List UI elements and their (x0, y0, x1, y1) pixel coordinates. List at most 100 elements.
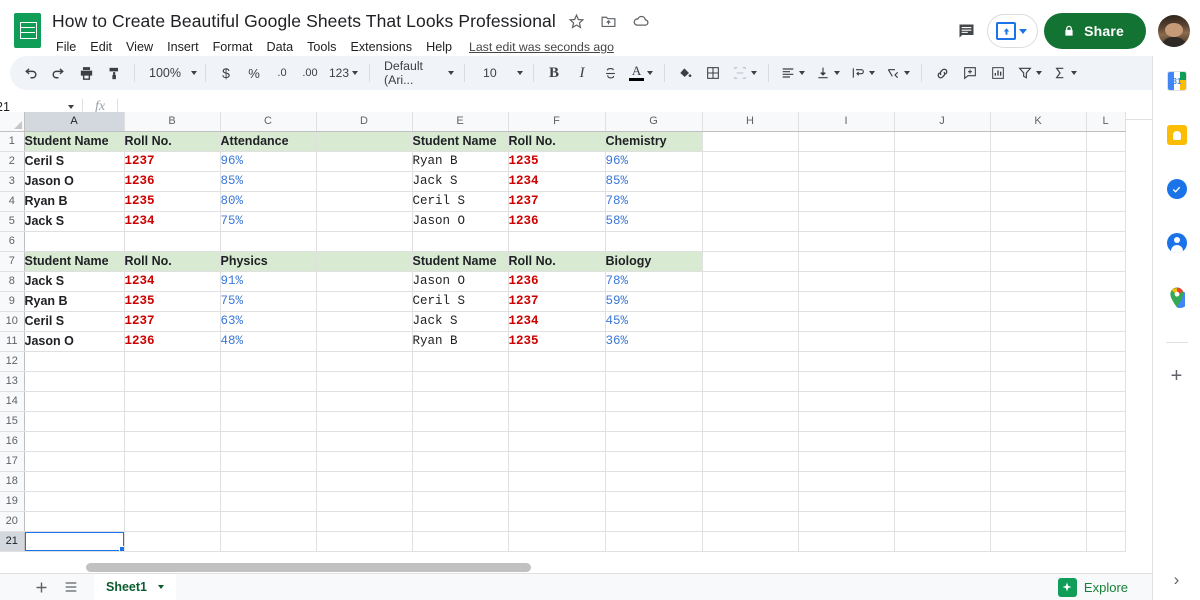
cell-B7[interactable]: Roll No. (124, 251, 221, 272)
cell-E4[interactable]: Ceril S (412, 191, 509, 212)
cell-D21[interactable] (316, 531, 413, 552)
cell-A18[interactable] (24, 471, 125, 492)
cell-H3[interactable] (702, 171, 799, 192)
cell-A13[interactable] (24, 371, 125, 392)
cell-J11[interactable] (894, 331, 991, 352)
cell-C4[interactable]: 80% (220, 191, 317, 212)
cell-F4[interactable]: 1237 (508, 191, 606, 212)
cell-I15[interactable] (798, 411, 895, 432)
cell-E8[interactable]: Jason O (412, 271, 509, 292)
cell-H14[interactable] (702, 391, 799, 412)
cell-J9[interactable] (894, 291, 991, 312)
row-header-1[interactable]: 1 (0, 131, 25, 152)
cell-D14[interactable] (316, 391, 413, 412)
cell-B1[interactable]: Roll No. (124, 131, 221, 152)
cell-C21[interactable] (220, 531, 317, 552)
column-header-a[interactable]: A (24, 112, 125, 132)
cell-G8[interactable]: 78% (605, 271, 703, 292)
column-header-g[interactable]: G (605, 112, 703, 132)
cell-G15[interactable] (605, 411, 703, 432)
share-button[interactable]: Share (1044, 13, 1146, 49)
cell-J14[interactable] (894, 391, 991, 412)
cell-B21[interactable] (124, 531, 221, 552)
cell-B12[interactable] (124, 351, 221, 372)
cell-F21[interactable] (508, 531, 606, 552)
column-header-h[interactable]: H (702, 112, 799, 132)
cell-I8[interactable] (798, 271, 895, 292)
menu-data[interactable]: Data (259, 38, 300, 56)
cell-C9[interactable]: 75% (220, 291, 317, 312)
cell-B4[interactable]: 1235 (124, 191, 221, 212)
row-header-7[interactable]: 7 (0, 251, 25, 272)
column-header-i[interactable]: I (798, 112, 895, 132)
percent-format-button[interactable]: % (240, 59, 268, 87)
cell-K11[interactable] (990, 331, 1087, 352)
cell-G20[interactable] (605, 511, 703, 532)
cell-B11[interactable]: 1236 (124, 331, 221, 352)
cell-J4[interactable] (894, 191, 991, 212)
cell-H21[interactable] (702, 531, 799, 552)
column-header-c[interactable]: C (220, 112, 317, 132)
cell-E9[interactable]: Ceril S (412, 291, 509, 312)
cell-E5[interactable]: Jason O (412, 211, 509, 232)
text-wrap-icon[interactable] (845, 59, 880, 87)
row-header-14[interactable]: 14 (0, 391, 25, 412)
cell-L10[interactable] (1086, 311, 1126, 332)
cell-B18[interactable] (124, 471, 221, 492)
row-header-20[interactable]: 20 (0, 511, 25, 532)
cell-L6[interactable] (1086, 231, 1126, 252)
cell-J3[interactable] (894, 171, 991, 192)
cell-L18[interactable] (1086, 471, 1126, 492)
cell-B10[interactable]: 1237 (124, 311, 221, 332)
row-header-10[interactable]: 10 (0, 311, 25, 332)
row-header-17[interactable]: 17 (0, 451, 25, 472)
cell-B5[interactable]: 1234 (124, 211, 221, 232)
cell-B17[interactable] (124, 451, 221, 472)
cell-I21[interactable] (798, 531, 895, 552)
cell-D13[interactable] (316, 371, 413, 392)
cell-K14[interactable] (990, 391, 1087, 412)
cell-A20[interactable] (24, 511, 125, 532)
cell-K21[interactable] (990, 531, 1087, 552)
cell-A4[interactable]: Ryan B (24, 191, 125, 212)
cell-H11[interactable] (702, 331, 799, 352)
cloud-saved-icon[interactable] (630, 10, 652, 32)
cell-G5[interactable]: 58% (605, 211, 703, 232)
cell-B6[interactable] (124, 231, 221, 252)
cell-E1[interactable]: Student Name (412, 131, 509, 152)
column-header-d[interactable]: D (316, 112, 413, 132)
cell-A17[interactable] (24, 451, 125, 472)
cell-I3[interactable] (798, 171, 895, 192)
cell-H4[interactable] (702, 191, 799, 212)
cell-L7[interactable] (1086, 251, 1126, 272)
menu-edit[interactable]: Edit (83, 38, 119, 56)
bold-button[interactable]: B (540, 59, 568, 87)
cell-A5[interactable]: Jack S (24, 211, 125, 232)
cell-E14[interactable] (412, 391, 509, 412)
cell-C13[interactable] (220, 371, 317, 392)
cell-C18[interactable] (220, 471, 317, 492)
cell-C15[interactable] (220, 411, 317, 432)
add-sheet-icon[interactable] (26, 574, 56, 600)
cell-H10[interactable] (702, 311, 799, 332)
cell-H15[interactable] (702, 411, 799, 432)
fill-color-icon[interactable] (671, 59, 699, 87)
cell-J19[interactable] (894, 491, 991, 512)
cell-A6[interactable] (24, 231, 125, 252)
cell-K3[interactable] (990, 171, 1087, 192)
menu-help[interactable]: Help (419, 38, 459, 56)
cell-C20[interactable] (220, 511, 317, 532)
cell-G1[interactable]: Chemistry (605, 131, 703, 152)
cell-B13[interactable] (124, 371, 221, 392)
cell-J18[interactable] (894, 471, 991, 492)
cell-K18[interactable] (990, 471, 1087, 492)
cell-F3[interactable]: 1234 (508, 171, 606, 192)
column-header-l[interactable]: L (1086, 112, 1126, 132)
cell-F2[interactable]: 1235 (508, 151, 606, 172)
cell-E12[interactable] (412, 351, 509, 372)
cell-D8[interactable] (316, 271, 413, 292)
cell-C10[interactable]: 63% (220, 311, 317, 332)
cell-L15[interactable] (1086, 411, 1126, 432)
cell-G13[interactable] (605, 371, 703, 392)
row-header-15[interactable]: 15 (0, 411, 25, 432)
